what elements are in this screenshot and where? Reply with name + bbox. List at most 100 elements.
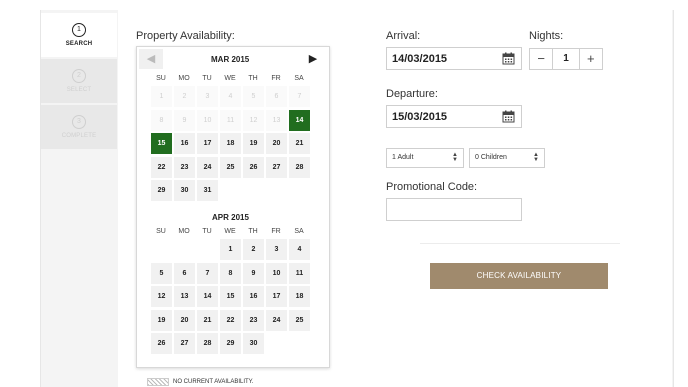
calendar-day[interactable]: 25 <box>289 309 310 331</box>
weekday-header: SU <box>156 228 166 235</box>
children-select[interactable]: 0 Children ▲ ▼ <box>469 148 545 168</box>
nights-value[interactable]: 1 <box>552 49 580 69</box>
calendar-day[interactable]: 14 <box>197 286 218 307</box>
calendar-day[interactable]: 29 <box>220 333 241 354</box>
step-search[interactable]: 1 SEARCH <box>41 13 117 57</box>
calendar-day[interactable]: 27 <box>174 333 195 354</box>
weekday-header: FR <box>271 75 281 82</box>
calendar-day[interactable]: 30 <box>243 333 264 354</box>
availability-title: Property Availability: <box>136 30 235 42</box>
calendar-day[interactable]: 30 <box>174 180 195 201</box>
check-availability-button[interactable]: CHECK AVAILABILITY <box>430 263 608 289</box>
calendar-day: 5 <box>243 86 264 107</box>
calendar-day[interactable]: 7 <box>197 262 218 284</box>
weekday-header: MO <box>178 75 190 82</box>
calendar-header: ◀ MAR 2015 ▶ <box>137 47 329 71</box>
calendar-day: 3 <box>197 86 218 107</box>
calendar-day[interactable]: 13 <box>174 286 195 307</box>
calendar-day[interactable]: 22 <box>220 309 241 331</box>
departure-date-value: 15/03/2015 <box>392 111 448 123</box>
promo-code-input[interactable] <box>386 198 522 221</box>
divider <box>420 243 620 244</box>
step-complete[interactable]: 3 COMPLETE <box>41 105 117 149</box>
calendar-day[interactable]: 21 <box>289 133 310 154</box>
calendar-day[interactable]: 11 <box>289 262 310 284</box>
calendar-day[interactable]: 22 <box>151 156 172 178</box>
calendar-day[interactable]: 9 <box>243 262 264 284</box>
calendar-day[interactable]: 16 <box>243 286 264 307</box>
calendar-day[interactable]: 15 <box>151 133 172 154</box>
calendar-day[interactable]: 2 <box>243 239 264 260</box>
weekday-header: TU <box>202 75 212 82</box>
step-label: SELECT <box>66 87 92 93</box>
adults-value: 1 Adult <box>392 154 414 161</box>
arrival-date-field[interactable]: 14/03/2015 <box>386 47 522 70</box>
calendar-day[interactable]: 16 <box>174 133 195 154</box>
calendar-day[interactable]: 19 <box>243 133 264 154</box>
calendar-day[interactable]: 27 <box>266 156 287 178</box>
calendar-day[interactable]: 5 <box>151 262 172 284</box>
calendar-day[interactable]: 6 <box>174 262 195 284</box>
step-label: SEARCH <box>65 41 93 47</box>
weekday-header: SA <box>294 228 304 235</box>
calendar-day[interactable]: 28 <box>197 333 218 354</box>
arrival-label: Arrival: <box>386 30 421 42</box>
next-month-button[interactable]: ▶ <box>301 49 325 69</box>
calendar-day[interactable]: 18 <box>289 286 310 307</box>
chevron-left-icon: ◀ <box>146 53 156 65</box>
weekday-header: TU <box>202 228 212 235</box>
departure-date-field[interactable]: 15/03/2015 <box>386 105 522 128</box>
calendar-icon[interactable] <box>502 110 515 123</box>
calendar-day[interactable]: 20 <box>266 133 287 154</box>
availability-calendar: ◀ MAR 2015 ▶ APR 2015 SU MO TU WE TH FR SA 1 2 3 4… <box>136 46 330 368</box>
calendar-day: 12 <box>243 109 264 131</box>
calendar-day[interactable]: 23 <box>243 309 264 331</box>
step-number: 1 <box>72 23 86 37</box>
calendar-day[interactable]: 20 <box>174 309 195 331</box>
decrement-nights-button[interactable]: − <box>530 49 552 69</box>
adults-select[interactable]: 1 Adult ▲ ▼ <box>386 148 464 168</box>
step-select[interactable]: 2 SELECT <box>41 59 117 103</box>
calendar-day[interactable]: 14 <box>289 109 310 131</box>
prev-month-button[interactable]: ◀ <box>139 49 163 69</box>
month-title: MAR 2015 <box>211 55 250 64</box>
calendar-day[interactable]: 17 <box>266 286 287 307</box>
calendar-day[interactable]: 8 <box>220 262 241 284</box>
calendar-day: 10 <box>197 109 218 131</box>
increment-nights-button[interactable]: + <box>580 49 602 69</box>
availability-legend: NO CURRENT AVAILABILITY. <box>147 378 254 386</box>
departure-label: Departure: <box>386 88 438 100</box>
step-label: COMPLETE <box>61 133 97 139</box>
calendar-day[interactable]: 18 <box>220 133 241 154</box>
nights-label: Nights: <box>529 30 564 42</box>
calendar-day[interactable]: 26 <box>243 156 264 178</box>
calendar-day[interactable]: 4 <box>289 239 310 260</box>
weekday-header: MO <box>178 228 190 235</box>
calendar-day[interactable]: 24 <box>197 156 218 178</box>
calendar-day[interactable]: 23 <box>174 156 195 178</box>
calendar-icon[interactable] <box>502 52 515 65</box>
calendar-day[interactable]: 31 <box>197 180 218 201</box>
calendar-day[interactable]: 15 <box>220 286 241 307</box>
calendar-day[interactable]: 26 <box>151 333 172 354</box>
calendar-day[interactable]: 17 <box>197 133 218 154</box>
calendar-day[interactable]: 10 <box>266 262 287 284</box>
calendar-day[interactable]: 1 <box>220 239 241 260</box>
calendar-day[interactable]: 28 <box>289 156 310 178</box>
calendar-day[interactable]: 29 <box>151 180 172 201</box>
calendar-day[interactable]: 19 <box>151 309 172 331</box>
calendar-day[interactable]: 3 <box>266 239 287 260</box>
weekday-header: FR <box>271 228 281 235</box>
weekday-header: WE <box>224 228 236 235</box>
weekday-header: SU <box>156 75 166 82</box>
calendar-day[interactable]: 21 <box>197 309 218 331</box>
legend-label: NO CURRENT AVAILABILITY. <box>173 379 254 385</box>
weekday-header: TH <box>248 228 258 235</box>
nights-stepper[interactable]: − 1 + <box>529 48 603 70</box>
chevron-right-icon: ▶ <box>308 53 318 65</box>
arrival-date-value: 14/03/2015 <box>392 53 448 65</box>
calendar-day[interactable]: 25 <box>220 156 241 178</box>
calendar-day[interactable]: 24 <box>266 309 287 331</box>
weekday-header: SA <box>294 75 304 82</box>
calendar-day[interactable]: 12 <box>151 286 172 307</box>
